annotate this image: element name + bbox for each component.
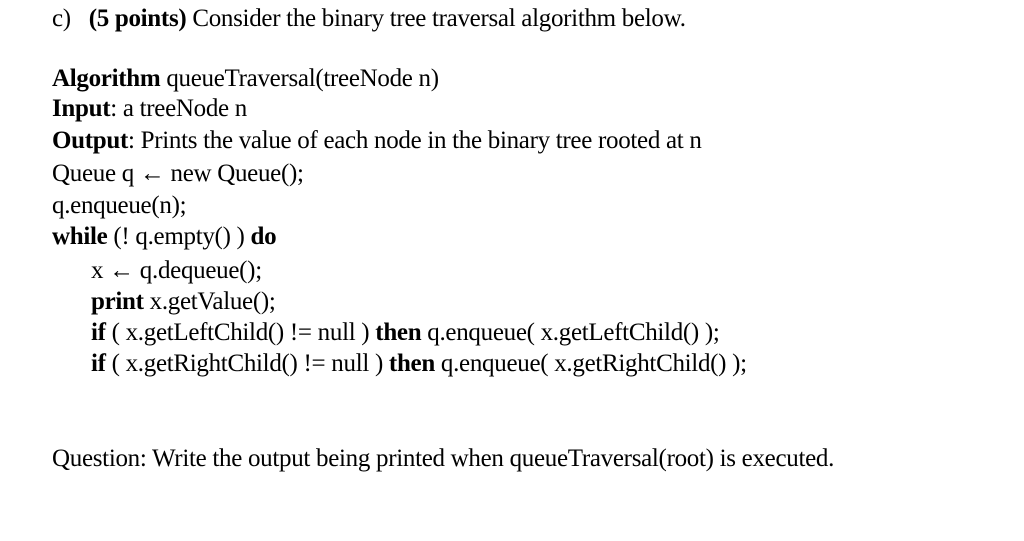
right-action: q.enqueue( x.getRightChild() ); <box>434 350 747 377</box>
code-line-if-right: if ( x.getRightChild() != null ) then q.… <box>91 349 747 379</box>
code-line-print: print x.getValue(); <box>91 287 276 317</box>
algorithm-keyword: Algorithm <box>52 65 161 92</box>
do-keyword: do <box>250 223 277 250</box>
left-action: q.enqueue( x.getLeftChild() ); <box>421 319 720 346</box>
output-line: Output: Prints the value of each node in… <box>52 126 702 156</box>
input-line: Input: a treeNode n <box>52 94 247 124</box>
input-text: : a treeNode n <box>110 95 247 122</box>
then-keyword: then <box>388 350 435 377</box>
problem-header: c) (5 points) Consider the binary tree t… <box>52 4 686 34</box>
part-label: c) <box>52 5 71 32</box>
print-expression: x.getValue(); <box>143 288 276 315</box>
then-keyword: then <box>375 319 422 346</box>
code-line-enqueue: q.enqueue(n); <box>52 192 187 219</box>
if-keyword: if <box>91 350 106 377</box>
code-line-if-left: if ( x.getLeftChild() != null ) then q.e… <box>91 318 720 348</box>
input-label: Input <box>52 95 111 122</box>
if-keyword: if <box>91 319 106 346</box>
algorithm-name: queueTraversal(treeNode n) <box>160 65 439 92</box>
left-condition: ( x.getLeftChild() != null ) <box>105 319 376 346</box>
output-label: Output <box>52 127 129 154</box>
code-line-while: while (! q.empty() ) do <box>52 222 277 252</box>
output-text: : Prints the value of each node in the b… <box>128 127 702 154</box>
print-keyword: print <box>91 288 144 315</box>
header-text: Consider the binary tree traversal algor… <box>186 5 686 32</box>
algorithm-signature: Algorithm queueTraversal(treeNode n) <box>52 64 439 94</box>
while-keyword: while <box>52 223 108 250</box>
code-line-dequeue: x ← q.dequeue(); <box>91 257 262 284</box>
points-label: (5 points) <box>88 5 187 32</box>
code-line-queue: Queue q ← new Queue(); <box>52 160 304 187</box>
while-condition: (! q.empty() ) <box>107 223 251 250</box>
right-condition: ( x.getRightChild() != null ) <box>105 350 389 377</box>
question-text: Question: Write the output being printed… <box>52 445 835 472</box>
